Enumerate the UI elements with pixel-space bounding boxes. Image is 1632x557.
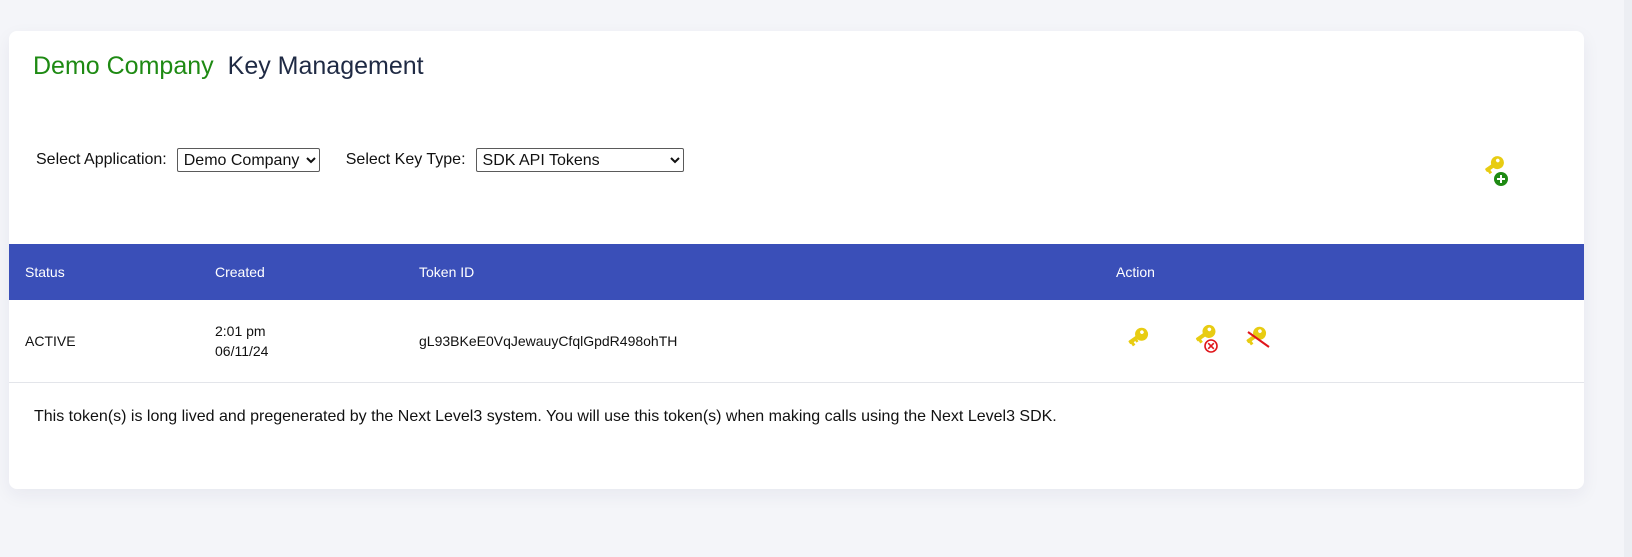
page-title: Demo Company Key Management [33, 51, 424, 81]
key-add-icon [1485, 156, 1508, 186]
key-management-card: Demo Company Key Management Select Applic… [9, 31, 1584, 489]
token-status: ACTIVE [25, 332, 76, 349]
key-disable-icon [1246, 326, 1270, 349]
token-created-date: 06/11/24 [215, 342, 269, 359]
key-type-label: Select Key Type: [345, 151, 466, 168]
key-type-select[interactable]: SDK API Tokens [475, 148, 684, 172]
application-label: Select Application: [36, 151, 167, 168]
token-table: Status Created Token ID Action ACTIVE 2:… [9, 244, 1584, 383]
disable-key-button[interactable] [1244, 324, 1274, 357]
application-select[interactable]: Demo Company [176, 148, 320, 172]
token-id: gL93BKeE0VqJewauyCfqlGpdR498ohTH [419, 332, 678, 349]
token-created-time: 2:01 pm [215, 322, 266, 339]
table-header-row: Status Created Token ID Action [9, 244, 1584, 300]
page-scrollbar[interactable] [1624, 0, 1632, 557]
column-status: Status [25, 264, 65, 280]
token-actions [1116, 300, 1584, 382]
column-token-id: Token ID [419, 264, 475, 280]
add-key-button[interactable] [1483, 155, 1513, 189]
company-name: Demo Company [33, 52, 214, 80]
column-action: Action [1116, 264, 1155, 280]
view-key-button[interactable] [1126, 325, 1154, 356]
column-created: Created [215, 264, 265, 280]
token-info-note: This token(s) is long lived and pregener… [34, 408, 1057, 425]
key-icon [1128, 327, 1149, 347]
key-revoke-icon [1195, 325, 1218, 354]
token-created: 2:01 pm 06/11/24 [215, 300, 419, 382]
filter-bar: Select Application: Demo Company Select … [36, 147, 684, 173]
section-title: Key Management [227, 52, 424, 80]
revoke-key-button[interactable] [1194, 323, 1224, 358]
table-row: ACTIVE 2:01 pm 06/11/24 gL93BKeE0VqJewau… [9, 300, 1584, 382]
